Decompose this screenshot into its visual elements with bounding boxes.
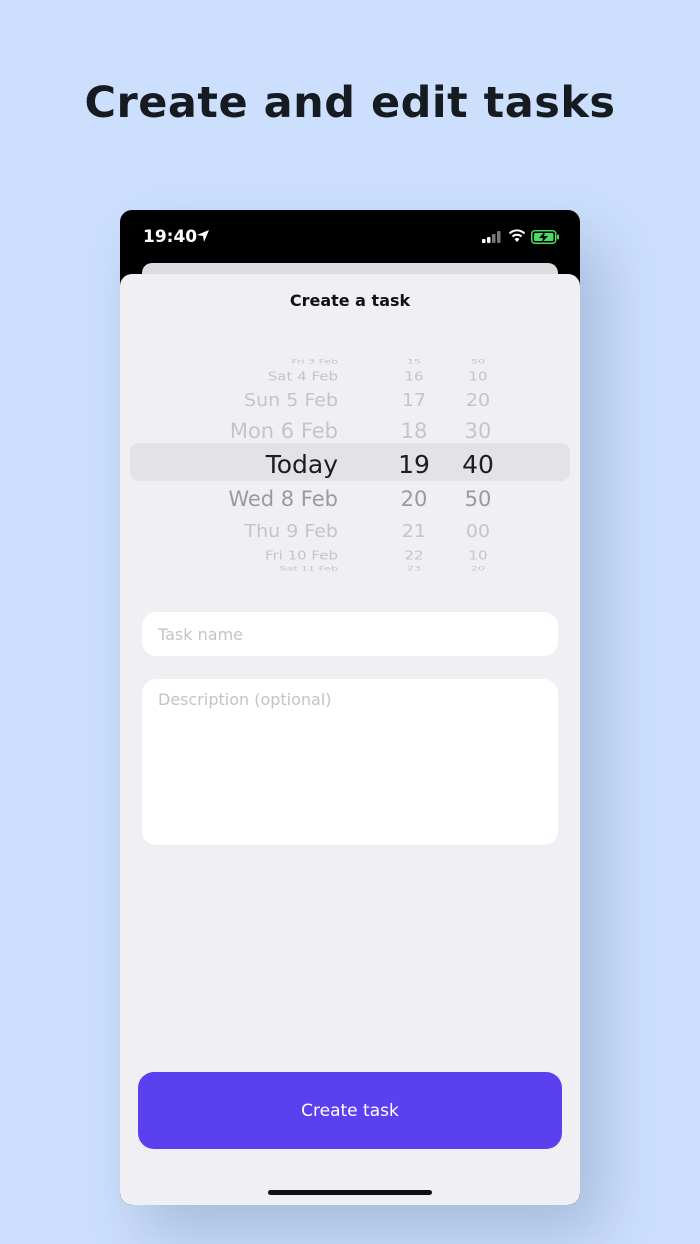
picker-hour-value: 17 (401, 389, 427, 411)
task-name-input[interactable] (142, 612, 558, 656)
description-input[interactable] (142, 679, 558, 845)
picker-date-value: Wed 8 Feb (228, 487, 338, 511)
picker-row[interactable]: Wed 8 Feb 20 50 (130, 487, 570, 514)
picker-row[interactable]: Sat 11 Feb 23 20 (130, 565, 570, 574)
page-headline: Create and edit tasks (84, 78, 616, 128)
create-task-button[interactable]: Create task (138, 1072, 562, 1149)
status-time: 19:40 (143, 227, 198, 247)
picker-hour-value: 15 (407, 357, 421, 365)
picker-minute-value: 10 (468, 547, 488, 563)
picker-date-value: Fri 3 Feb (291, 357, 338, 365)
picker-hour-value: 20 (400, 487, 428, 511)
picker-minute-value: 20 (465, 389, 491, 411)
picker-date-value: Today (265, 450, 338, 479)
cellular-signal-icon (482, 231, 501, 243)
picker-row[interactable]: Mon 6 Feb 18 30 (130, 419, 570, 446)
sheet-title: Create a task (289, 291, 411, 310)
picker-row[interactable]: Sun 5 Feb 17 20 (130, 390, 570, 414)
picker-minute-value: 10 (468, 368, 488, 384)
create-task-sheet: Create a task Fri 3 Feb 15 50 Sat 4 Feb 16 10… (120, 274, 580, 1205)
picker-row[interactable]: Sat 4 Feb 16 10 (130, 369, 570, 387)
picker-minute-value: 50 (471, 357, 485, 365)
home-indicator (268, 1190, 432, 1195)
location-arrow-icon (197, 230, 209, 242)
picker-minute-value: 30 (464, 419, 492, 443)
picker-minute-value: 20 (471, 564, 485, 572)
picker-hour-value: 22 (404, 547, 424, 563)
phone-screen: 19:40 Create a task Fri 3 Feb 15 50 Sat 4 F… (120, 210, 580, 1205)
picker-hour-value: 19 (398, 450, 430, 479)
battery-charging-icon (531, 230, 559, 244)
picker-row[interactable]: Thu 9 Feb 21 00 (130, 521, 570, 545)
picker-hour-value: 21 (401, 520, 427, 542)
picker-row[interactable]: Fri 10 Feb 22 10 (130, 548, 570, 566)
picker-hour-value: 23 (407, 564, 421, 572)
picker-row[interactable]: Today 19 40 (130, 450, 570, 481)
picker-date-value: Mon 6 Feb (229, 419, 338, 443)
picker-minute-value: 40 (462, 450, 494, 479)
picker-date-value: Sat 11 Feb (279, 564, 338, 572)
picker-date-value: Fri 10 Feb (264, 547, 338, 563)
wifi-icon (508, 229, 526, 242)
picker-minute-value: 00 (465, 520, 491, 542)
picker-hour-value: 18 (400, 419, 428, 443)
picker-row[interactable]: Fri 3 Feb 15 50 (130, 358, 570, 367)
picker-hour-value: 16 (404, 368, 424, 384)
picker-date-value: Thu 9 Feb (244, 520, 339, 542)
date-time-picker[interactable]: Fri 3 Feb 15 50 Sat 4 Feb 16 10 Sun 5 Feb 17 20 M… (130, 346, 570, 582)
picker-date-value: Sat 4 Feb (267, 368, 338, 384)
picker-minute-value: 50 (464, 487, 492, 511)
status-bar: 19:40 (120, 210, 580, 266)
picker-date-value: Sun 5 Feb (244, 389, 338, 411)
